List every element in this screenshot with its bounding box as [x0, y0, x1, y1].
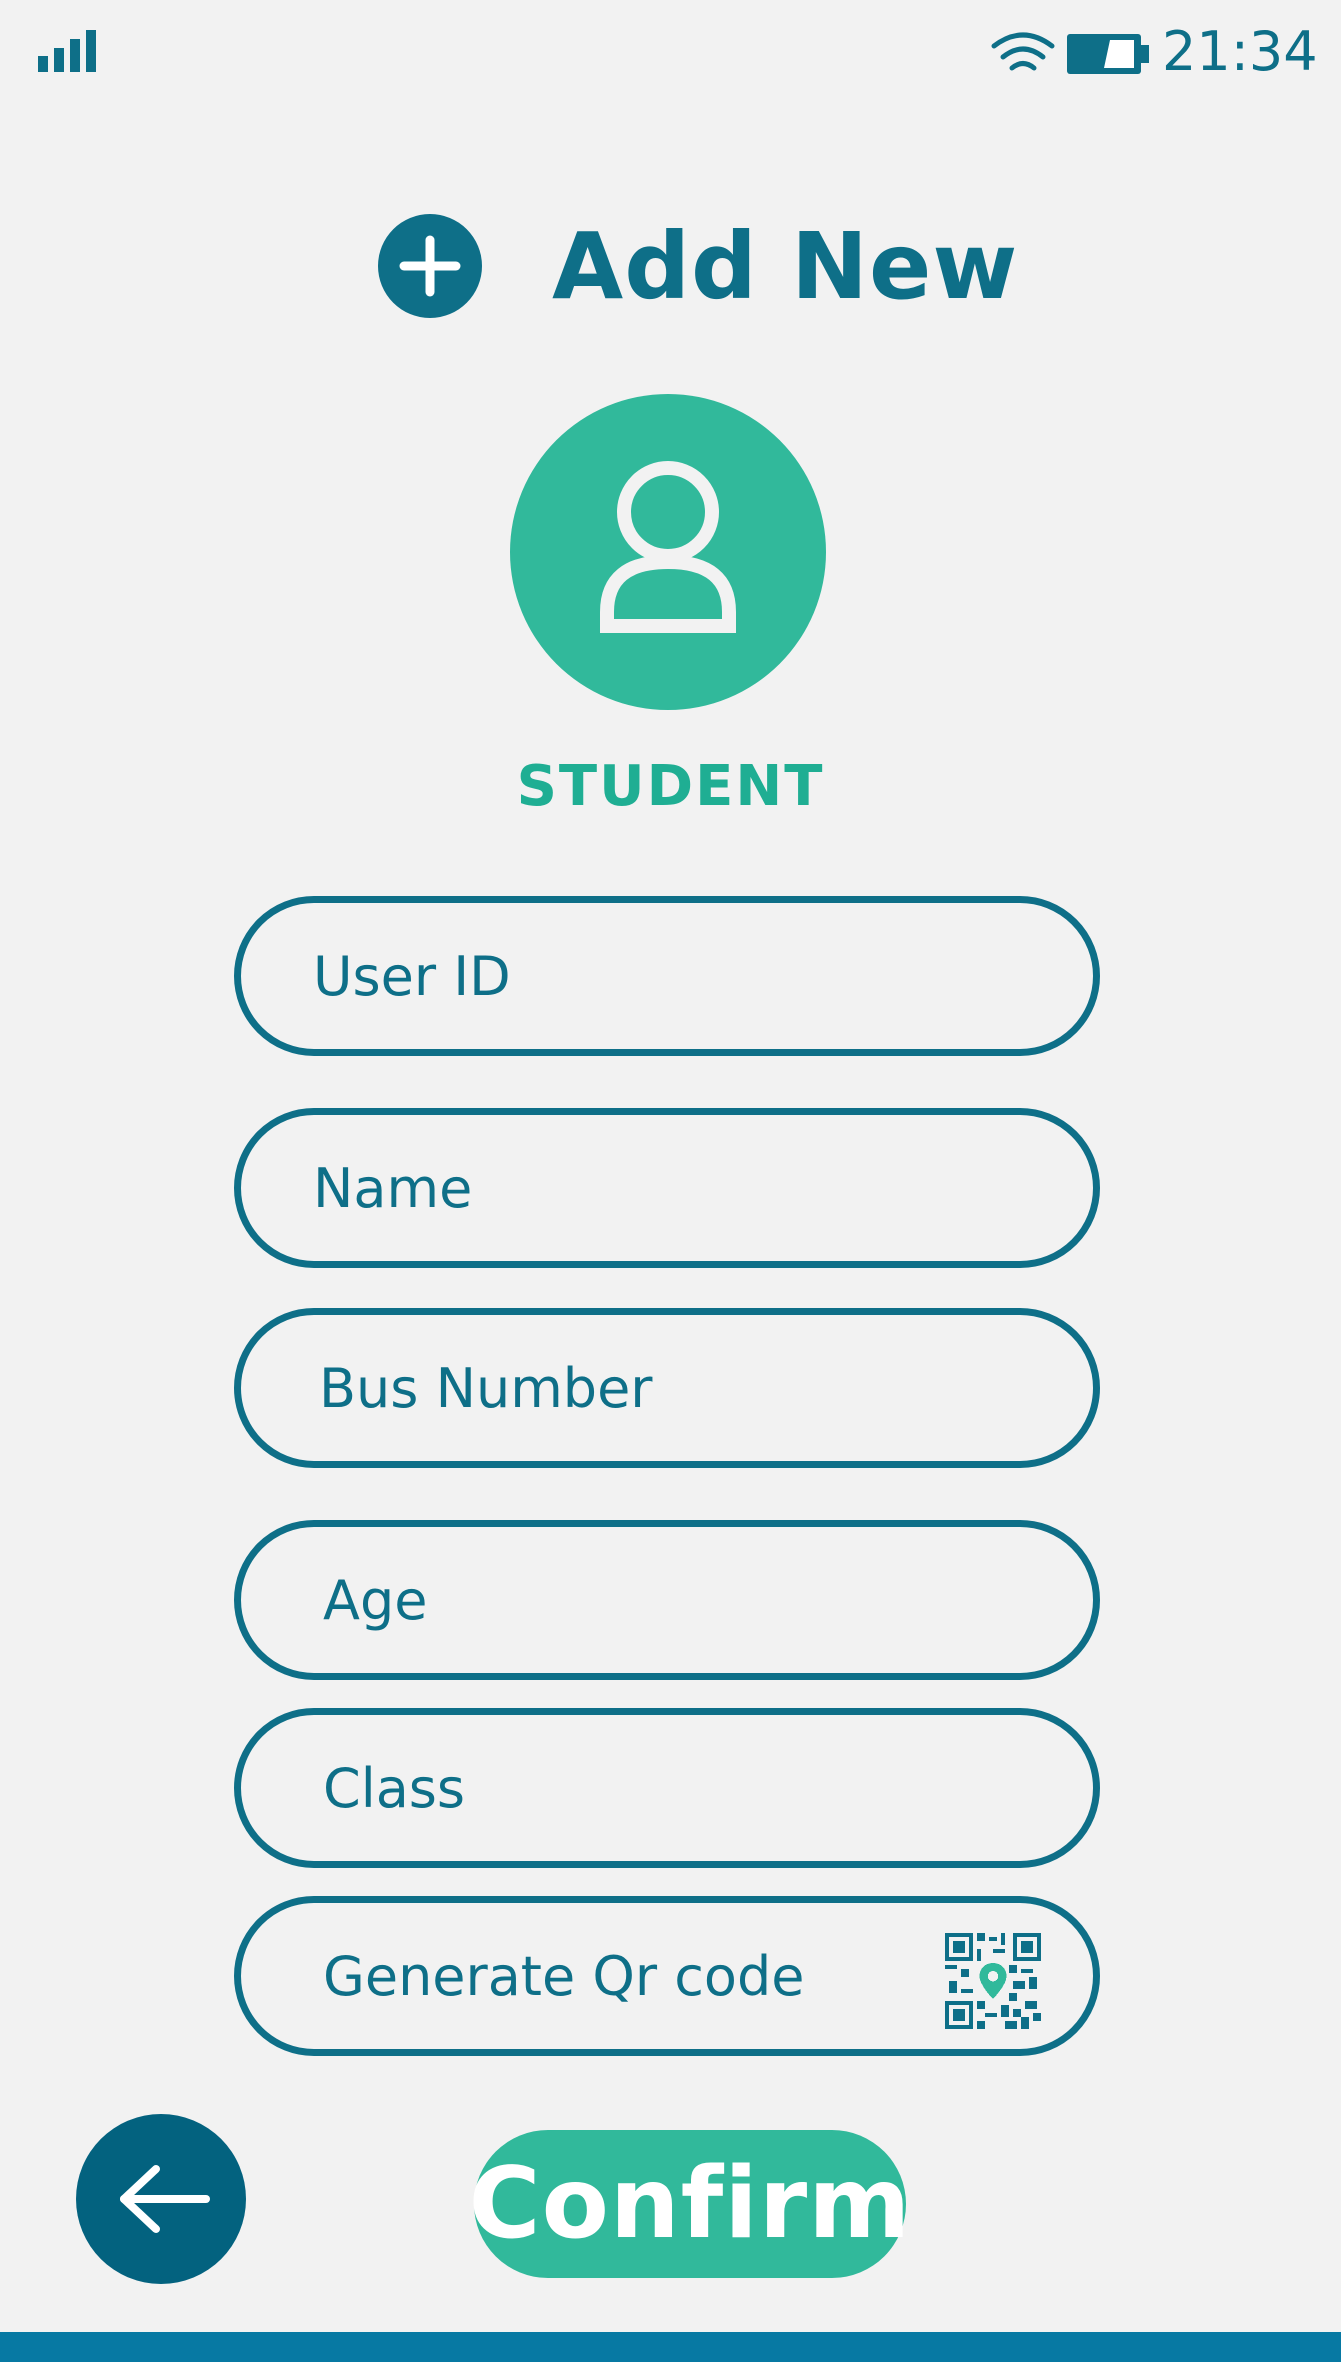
name-placeholder: Name	[313, 1156, 473, 1220]
generate-qr-field[interactable]: Generate Qr code	[234, 1896, 1100, 2056]
name-field[interactable]: Name	[234, 1108, 1100, 1268]
battery-icon	[1067, 34, 1149, 74]
signal-strength-icon	[38, 30, 96, 72]
role-label: STUDENT	[516, 754, 825, 819]
class-placeholder: Class	[323, 1756, 466, 1820]
qr-code-icon[interactable]	[945, 1933, 1041, 2029]
user-id-field[interactable]: User ID	[234, 896, 1100, 1056]
age-placeholder: Age	[323, 1568, 428, 1632]
age-field[interactable]: Age	[234, 1520, 1100, 1680]
bus-number-field[interactable]: Bus Number	[234, 1308, 1100, 1468]
class-field[interactable]: Class	[234, 1708, 1100, 1868]
confirm-button[interactable]: Confirm	[469, 2130, 910, 2278]
wifi-icon	[991, 32, 1055, 71]
generate-qr-label: Generate Qr code	[323, 1944, 805, 2008]
user-icon	[600, 461, 736, 633]
user-id-placeholder: User ID	[313, 944, 511, 1008]
bottom-navigation-bar	[0, 2332, 1341, 2362]
plus-circle-icon[interactable]	[378, 214, 482, 318]
back-button[interactable]	[76, 2114, 246, 2284]
bus-number-placeholder: Bus Number	[319, 1356, 653, 1420]
page-title: Add New	[552, 213, 1019, 320]
status-time: 21:34	[1162, 20, 1318, 83]
arrow-left-icon	[120, 2165, 210, 2233]
avatar	[510, 394, 826, 710]
